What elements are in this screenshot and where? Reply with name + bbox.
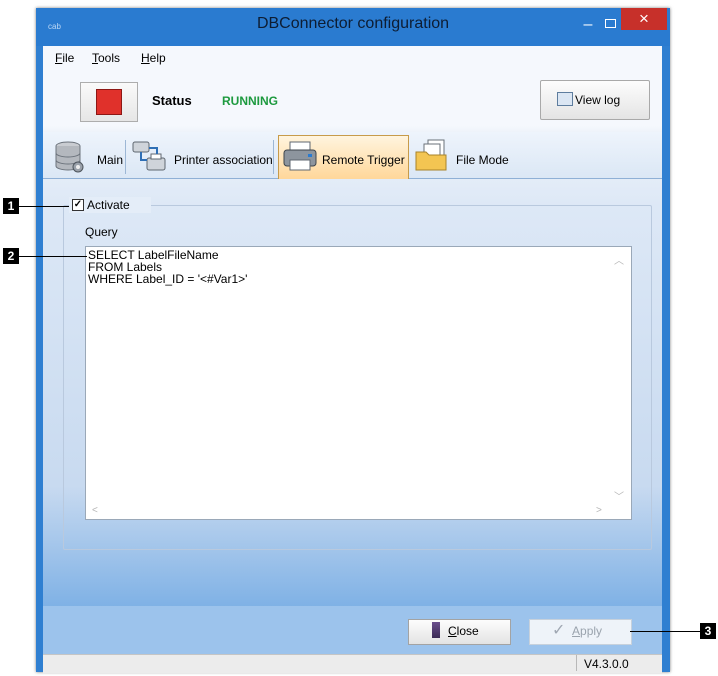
- menu-file[interactable]: File: [55, 51, 74, 65]
- view-log-label: View log: [575, 93, 621, 107]
- activate-checkbox[interactable]: ✓: [72, 199, 84, 211]
- callout-line-2: [19, 256, 87, 257]
- scroll-left-arrow-icon[interactable]: <: [92, 505, 98, 516]
- status-bar: [43, 654, 662, 673]
- scroll-right-arrow-icon[interactable]: >: [596, 505, 602, 516]
- menu-bar: [43, 46, 662, 68]
- activate-label[interactable]: Activate: [87, 198, 130, 212]
- log-icon: [557, 92, 573, 106]
- tab-divider: [273, 140, 274, 174]
- printer-icon: [283, 141, 317, 171]
- maximize-icon: [604, 19, 616, 28]
- menu-tools[interactable]: Tools: [92, 51, 120, 65]
- apply-button-label: Apply: [572, 624, 603, 638]
- close-button-label: Close: [448, 624, 479, 638]
- scroll-up-arrow-icon[interactable]: ︿: [614, 252, 624, 267]
- callout-2: 2: [3, 248, 19, 264]
- printer-link-icon: [132, 141, 166, 171]
- door-exit-icon: [432, 622, 440, 638]
- query-label: Query: [85, 225, 118, 239]
- callout-line-1: [19, 206, 69, 207]
- checkmark-icon: ✓: [552, 622, 566, 639]
- tab-divider: [125, 140, 126, 174]
- tab-file-mode[interactable]: File Mode: [456, 153, 509, 167]
- window-title: DBConnector configuration: [256, 15, 450, 32]
- version-text: V4.3.0.0: [584, 657, 629, 671]
- stop-service-button[interactable]: [80, 82, 138, 122]
- callout-line-3: [630, 631, 700, 632]
- database-gear-icon: [55, 141, 84, 173]
- tab-printer-association[interactable]: Printer association: [174, 153, 273, 167]
- status-label: Status: [152, 93, 192, 108]
- menu-help[interactable]: Help: [141, 51, 166, 65]
- callout-3: 3: [700, 623, 716, 639]
- query-textarea[interactable]: [85, 246, 632, 520]
- scroll-down-arrow-icon[interactable]: ﹀: [614, 488, 624, 503]
- folder-files-icon: [415, 139, 447, 171]
- close-window-button[interactable]: ×: [621, 8, 667, 30]
- query-text[interactable]: SELECT LabelFileName FROM Labels WHERE L…: [88, 249, 247, 285]
- minimize-button[interactable]: –: [577, 17, 599, 36]
- tab-main[interactable]: Main: [97, 153, 123, 167]
- status-value: RUNNING: [222, 94, 278, 108]
- maximize-button[interactable]: [599, 15, 621, 33]
- stop-icon: [96, 89, 122, 115]
- tab-remote-trigger[interactable]: Remote Trigger: [322, 153, 405, 167]
- callout-1: 1: [3, 198, 19, 214]
